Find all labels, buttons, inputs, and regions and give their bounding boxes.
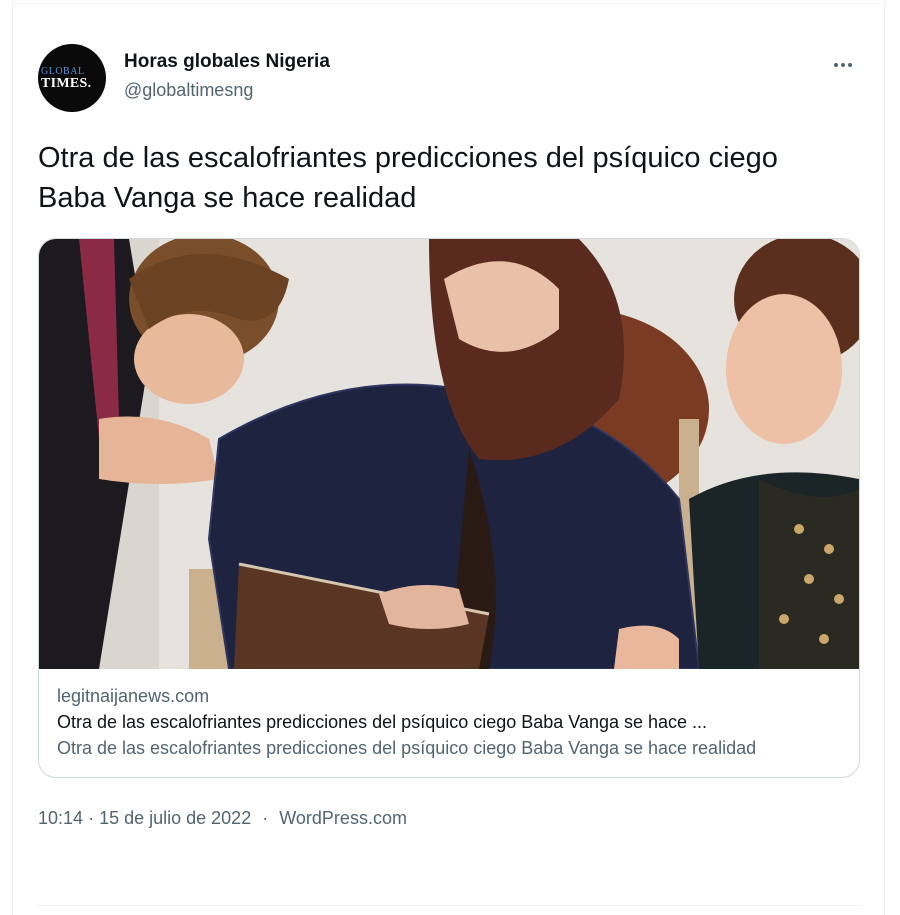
more-horizontal-icon[interactable] [826, 48, 860, 82]
avatar-logo-top: GLOBAL [41, 65, 85, 77]
right-divider [884, 0, 885, 915]
tweet-source[interactable]: WordPress.com [279, 808, 407, 828]
author-names: Horas globales Nigeria @globaltimesng [124, 50, 330, 102]
link-card[interactable]: legitnaijanews.com Otra de las escalofri… [38, 238, 860, 778]
card-info[interactable]: legitnaijanews.com Otra de las escalofri… [39, 669, 859, 777]
tweet: GLOBAL TIMES. Horas globales Nigeria @gl… [38, 40, 860, 830]
avatar-logo-bottom: TIMES. [41, 75, 92, 91]
meta-separator: · [262, 808, 269, 828]
card-title: Otra de las escalofriantes predicciones … [57, 712, 708, 732]
author-display-name[interactable]: Horas globales Nigeria [124, 50, 330, 74]
bottom-divider [38, 905, 860, 906]
tweet-date[interactable]: 15 de julio de 2022 [99, 808, 251, 828]
meta-separator: · [88, 808, 95, 828]
tweet-text: Otra de las escalofriantes predicciones … [38, 142, 778, 214]
card-domain: legitnaijanews.com [57, 686, 210, 706]
tweet-header: GLOBAL TIMES. Horas globales Nigeria @gl… [38, 40, 860, 116]
top-divider [12, 0, 884, 4]
card-description: Otra de las escalofriantes predicciones … [57, 738, 757, 758]
left-divider [12, 0, 13, 915]
card-image[interactable] [39, 239, 859, 669]
author-handle[interactable]: @globaltimesng [124, 78, 330, 102]
tweet-time[interactable]: 10:14 [38, 808, 83, 828]
tweet-meta: 10:14 · 15 de julio de 2022 · WordPress.… [38, 806, 860, 830]
avatar[interactable]: GLOBAL TIMES. [38, 44, 106, 112]
